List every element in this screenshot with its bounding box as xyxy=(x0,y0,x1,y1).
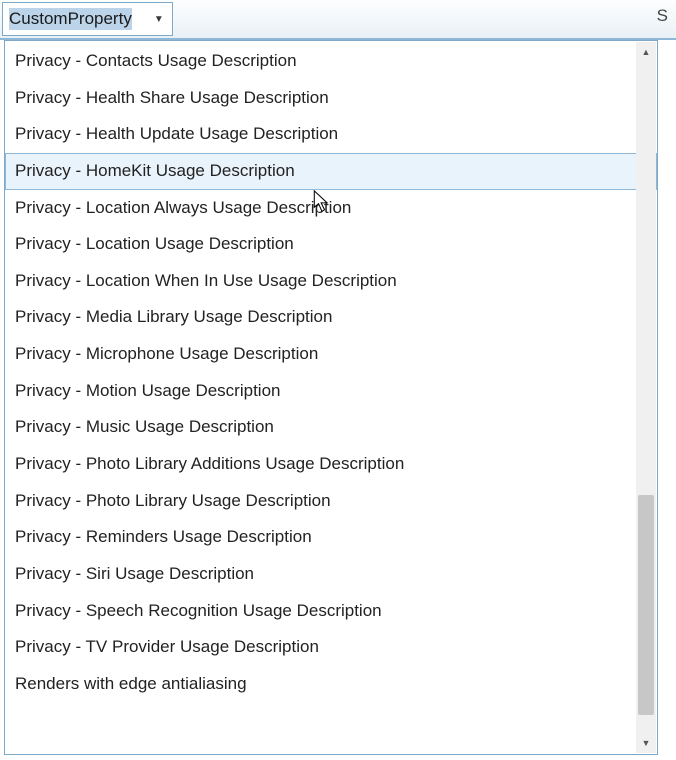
header-right-fragment: S xyxy=(657,6,668,26)
list-item[interactable]: Privacy - Microphone Usage Description xyxy=(5,336,657,373)
scrollbar-track[interactable]: ▲ ▼ xyxy=(636,42,656,753)
chevron-down-icon: ▼ xyxy=(154,14,164,25)
list-item[interactable]: Privacy - Reminders Usage Description xyxy=(5,519,657,556)
scroll-up-button[interactable]: ▲ xyxy=(636,42,656,62)
list-item[interactable]: Privacy - TV Provider Usage Description xyxy=(5,629,657,666)
list-item[interactable]: Privacy - Location When In Use Usage Des… xyxy=(5,263,657,300)
property-header-row: CustomProperty ▼ S xyxy=(0,0,676,40)
list-item[interactable]: Privacy - HomeKit Usage Description xyxy=(5,153,657,190)
list-item[interactable]: Privacy - Contacts Usage Description xyxy=(5,43,657,80)
list-item[interactable]: Privacy - Media Library Usage Descriptio… xyxy=(5,299,657,336)
list-item[interactable]: Renders with edge antialiasing xyxy=(5,666,657,703)
property-dropdown-list[interactable]: Privacy - Contacts Usage DescriptionPriv… xyxy=(4,40,658,755)
scroll-down-button[interactable]: ▼ xyxy=(636,733,656,753)
list-item[interactable]: Privacy - Location Always Usage Descript… xyxy=(5,190,657,227)
list-item[interactable]: Privacy - Photo Library Usage Descriptio… xyxy=(5,483,657,520)
property-combobox[interactable]: CustomProperty ▼ xyxy=(2,2,173,36)
list-item[interactable]: Privacy - Siri Usage Description xyxy=(5,556,657,593)
list-item[interactable]: Privacy - Music Usage Description xyxy=(5,409,657,446)
list-item[interactable]: Privacy - Photo Library Additions Usage … xyxy=(5,446,657,483)
scrollbar-thumb[interactable] xyxy=(638,495,654,715)
combobox-selected-text: CustomProperty xyxy=(9,8,132,30)
list-item[interactable]: Privacy - Speech Recognition Usage Descr… xyxy=(5,593,657,630)
list-item[interactable]: Privacy - Health Update Usage Descriptio… xyxy=(5,116,657,153)
list-item[interactable]: Privacy - Location Usage Description xyxy=(5,226,657,263)
list-item[interactable]: Privacy - Health Share Usage Description xyxy=(5,80,657,117)
header-spacer xyxy=(173,0,676,38)
list-item[interactable]: Privacy - Motion Usage Description xyxy=(5,373,657,410)
